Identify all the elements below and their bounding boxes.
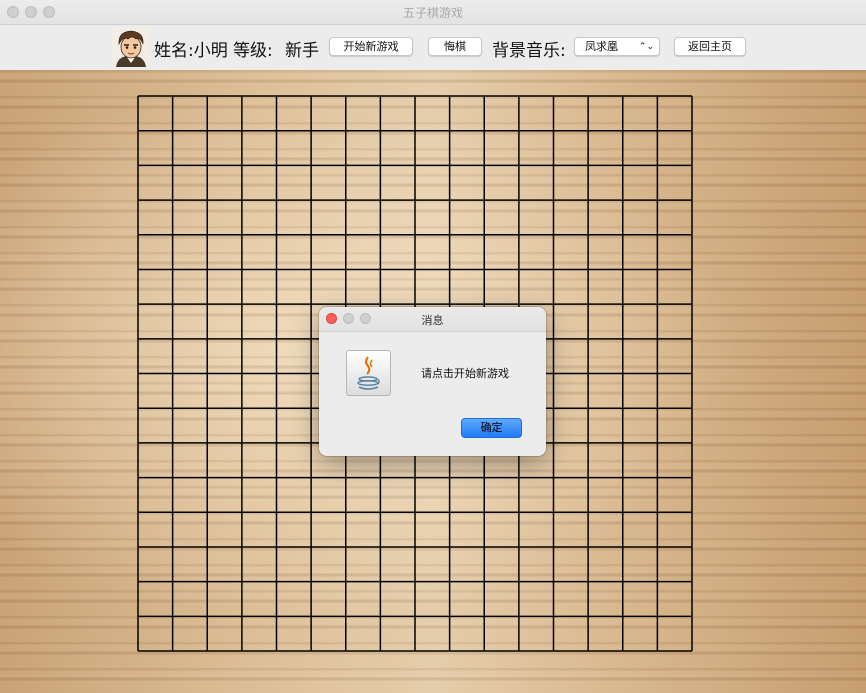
player-name-label: 姓名:小明 bbox=[154, 41, 228, 61]
undo-button[interactable]: 悔棋 bbox=[428, 37, 482, 56]
message-dialog: 消息 请点击开始新游戏 确定 bbox=[319, 307, 546, 456]
chevron-updown-icon: ⌃⌄ bbox=[638, 42, 654, 52]
dialog-title: 消息 bbox=[421, 314, 444, 327]
ok-button[interactable]: 确定 bbox=[461, 418, 522, 438]
music-label: 背景音乐: bbox=[492, 41, 566, 61]
window-title: 五子棋游戏 bbox=[402, 6, 463, 20]
music-select-value: 凤求凰 bbox=[585, 40, 618, 53]
java-coffee-icon bbox=[346, 350, 391, 396]
dialog-message: 请点击开始新游戏 bbox=[421, 367, 509, 380]
back-home-button[interactable]: 返回主页 bbox=[674, 37, 746, 56]
title-bar: 五子棋游戏 bbox=[0, 0, 866, 25]
toolbar: 姓名:小明 等级: 新手 开始新游戏 悔棋 背景音乐: 凤求凰 ⌃⌄ 返回主页 bbox=[0, 25, 866, 70]
player-avatar-icon bbox=[112, 27, 150, 67]
new-game-button[interactable]: 开始新游戏 bbox=[329, 37, 413, 56]
music-select[interactable]: 凤求凰 ⌃⌄ bbox=[574, 37, 660, 56]
app-window: 五子棋游戏 姓名:小明 等级: 新手 开始新游戏 悔棋 背景音乐: 凤求凰 ⌃⌄… bbox=[0, 0, 866, 693]
level-label: 等级: bbox=[233, 41, 273, 61]
level-value: 新手 bbox=[285, 41, 319, 61]
